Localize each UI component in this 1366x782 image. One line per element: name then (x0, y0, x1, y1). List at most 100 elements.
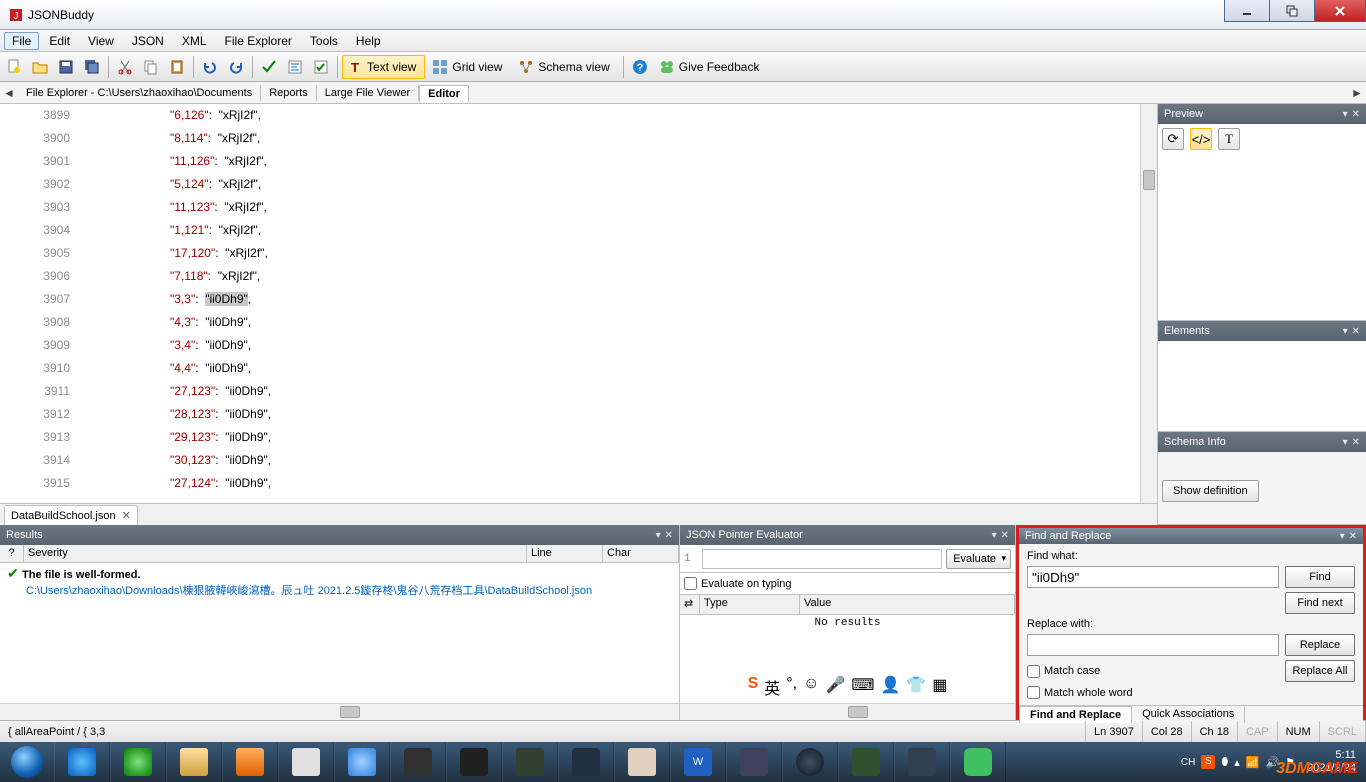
crumb-nav-right[interactable]: ► (1348, 86, 1366, 100)
eval-input[interactable] (702, 549, 942, 569)
crumb-large-file-viewer[interactable]: Large File Viewer (317, 85, 419, 101)
find-button[interactable]: Find (1285, 566, 1355, 588)
open-button[interactable] (28, 55, 52, 79)
menu-edit[interactable]: Edit (41, 32, 78, 50)
ime-mic-icon[interactable]: 🎤 (825, 675, 845, 699)
minimize-button[interactable] (1224, 0, 1270, 22)
ime-menu-icon[interactable]: ▦ (932, 675, 947, 699)
taskbar-app5[interactable] (502, 742, 558, 782)
tray-sogou-icon[interactable]: S (1201, 755, 1215, 769)
panel-close-icon[interactable]: ✕ (1352, 109, 1360, 120)
ime-keyboard-icon[interactable]: ⌨ (851, 675, 874, 699)
cut-button[interactable] (113, 55, 137, 79)
preview-text-button[interactable]: T (1218, 128, 1240, 150)
evaluate-button[interactable]: Evaluate (946, 549, 1011, 569)
close-button[interactable] (1314, 0, 1366, 22)
tray-network-icon[interactable]: 📶 (1246, 756, 1260, 769)
tray-up-icon[interactable]: ▴ (1234, 756, 1240, 769)
taskbar-app10[interactable] (894, 742, 950, 782)
validate-button[interactable] (257, 55, 281, 79)
new-file-button[interactable] (2, 55, 26, 79)
taskbar-wps[interactable]: W (670, 742, 726, 782)
ime-panel[interactable]: S 英 °, ☺ 🎤 ⌨ 👤 👕 ▦ (680, 671, 1015, 703)
panel-pin-icon[interactable]: ▾ (1343, 109, 1348, 120)
maximize-button[interactable] (1269, 0, 1315, 22)
give-feedback-button[interactable]: Give Feedback (654, 55, 769, 79)
menu-view[interactable]: View (80, 32, 122, 50)
taskbar-app9[interactable] (838, 742, 894, 782)
taskbar-steam[interactable] (782, 742, 838, 782)
menu-xml[interactable]: XML (174, 32, 215, 50)
ime-person-icon[interactable]: 👤 (880, 675, 900, 699)
eval-col-value[interactable]: Value (800, 595, 1015, 614)
preview-code-button[interactable]: </> (1190, 128, 1212, 150)
tray-shield-icon[interactable]: ⬮ (1221, 756, 1228, 769)
panel-pin-icon[interactable]: ▾ (1340, 531, 1345, 542)
grid-view-button[interactable]: Grid view (427, 55, 511, 79)
save-all-button[interactable] (80, 55, 104, 79)
taskbar-app4[interactable] (446, 742, 502, 782)
find-next-button[interactable]: Find next (1285, 592, 1355, 614)
code-lines[interactable]: "6,126": "xRjI2f","8,114": "xRjI2f","11,… (100, 104, 1140, 503)
match-word-checkbox[interactable] (1027, 686, 1040, 699)
start-button[interactable] (0, 742, 54, 782)
paste-button[interactable] (165, 55, 189, 79)
undo-button[interactable] (198, 55, 222, 79)
panel-close-icon[interactable]: ✕ (665, 530, 673, 541)
redo-button[interactable] (224, 55, 248, 79)
save-button[interactable] (54, 55, 78, 79)
taskbar-media[interactable] (222, 742, 278, 782)
code-editor[interactable]: 3899390039013902390339043905390639073908… (0, 104, 1157, 503)
vertical-scrollbar[interactable] (1140, 104, 1157, 503)
eval-hscroll[interactable] (680, 703, 1015, 720)
taskbar-app3[interactable] (390, 742, 446, 782)
taskbar-app7[interactable] (614, 742, 670, 782)
crumb-editor[interactable]: Editor (419, 85, 469, 103)
match-case-row[interactable]: Match case (1027, 665, 1100, 678)
ime-emoji-icon[interactable]: ☺ (803, 675, 819, 699)
scrollbar-thumb[interactable] (1143, 170, 1155, 190)
eval-on-typing-checkbox[interactable] (684, 577, 697, 590)
menu-file-explorer[interactable]: File Explorer (217, 32, 300, 50)
taskbar-app8[interactable] (726, 742, 782, 782)
taskbar-wechat[interactable] (950, 742, 1006, 782)
replace-with-input[interactable] (1027, 634, 1279, 656)
taskbar-ie[interactable] (54, 742, 110, 782)
crumb-path[interactable]: File Explorer - C:\Users\zhaoxihao\Docum… (18, 85, 261, 101)
panel-close-icon[interactable]: ✕ (1352, 326, 1360, 337)
results-path[interactable]: C:\Users\zhaoxihao\Downloads\棟狠腋韓峽峻瀉槽。辰ュ… (4, 582, 675, 598)
taskbar-explorer[interactable] (166, 742, 222, 782)
panel-pin-icon[interactable]: ▾ (656, 530, 661, 541)
file-tab-close-icon[interactable]: ✕ (122, 509, 131, 522)
schema-view-button[interactable]: Schema view (513, 55, 618, 79)
ime-lang[interactable]: 英 (764, 675, 780, 699)
replace-all-button[interactable]: Replace All (1285, 660, 1355, 682)
ime-punct-icon[interactable]: °, (786, 675, 797, 699)
format-button[interactable] (283, 55, 307, 79)
replace-button[interactable]: Replace (1285, 634, 1355, 656)
crumb-nav-left[interactable]: ◄ (0, 86, 18, 100)
panel-pin-icon[interactable]: ▾ (992, 530, 997, 541)
find-what-input[interactable] (1027, 566, 1279, 588)
col-line[interactable]: Line (527, 545, 603, 562)
panel-close-icon[interactable]: ✕ (1001, 530, 1009, 541)
help-button[interactable]: ? (628, 55, 652, 79)
menu-tools[interactable]: Tools (302, 32, 346, 50)
menu-file[interactable]: File (4, 32, 39, 50)
col-char[interactable]: Char (603, 545, 679, 562)
results-qmark[interactable]: ? (0, 545, 24, 562)
col-severity[interactable]: Severity (24, 545, 527, 562)
eval-col-type[interactable]: Type (700, 595, 800, 614)
file-tab[interactable]: DataBuildSchool.json ✕ (4, 505, 138, 525)
taskbar-app1[interactable] (110, 742, 166, 782)
taskbar-app2[interactable] (278, 742, 334, 782)
sogou-icon[interactable]: S (748, 675, 759, 699)
panel-close-icon[interactable]: ✕ (1349, 531, 1357, 542)
panel-pin-icon[interactable]: ▾ (1343, 326, 1348, 337)
show-definition-button[interactable]: Show definition (1162, 480, 1259, 502)
results-hscroll[interactable] (0, 703, 679, 720)
ime-skin-icon[interactable]: 👕 (906, 675, 926, 699)
menu-json[interactable]: JSON (124, 32, 172, 50)
panel-close-icon[interactable]: ✕ (1352, 437, 1360, 448)
crumb-reports[interactable]: Reports (261, 85, 317, 101)
